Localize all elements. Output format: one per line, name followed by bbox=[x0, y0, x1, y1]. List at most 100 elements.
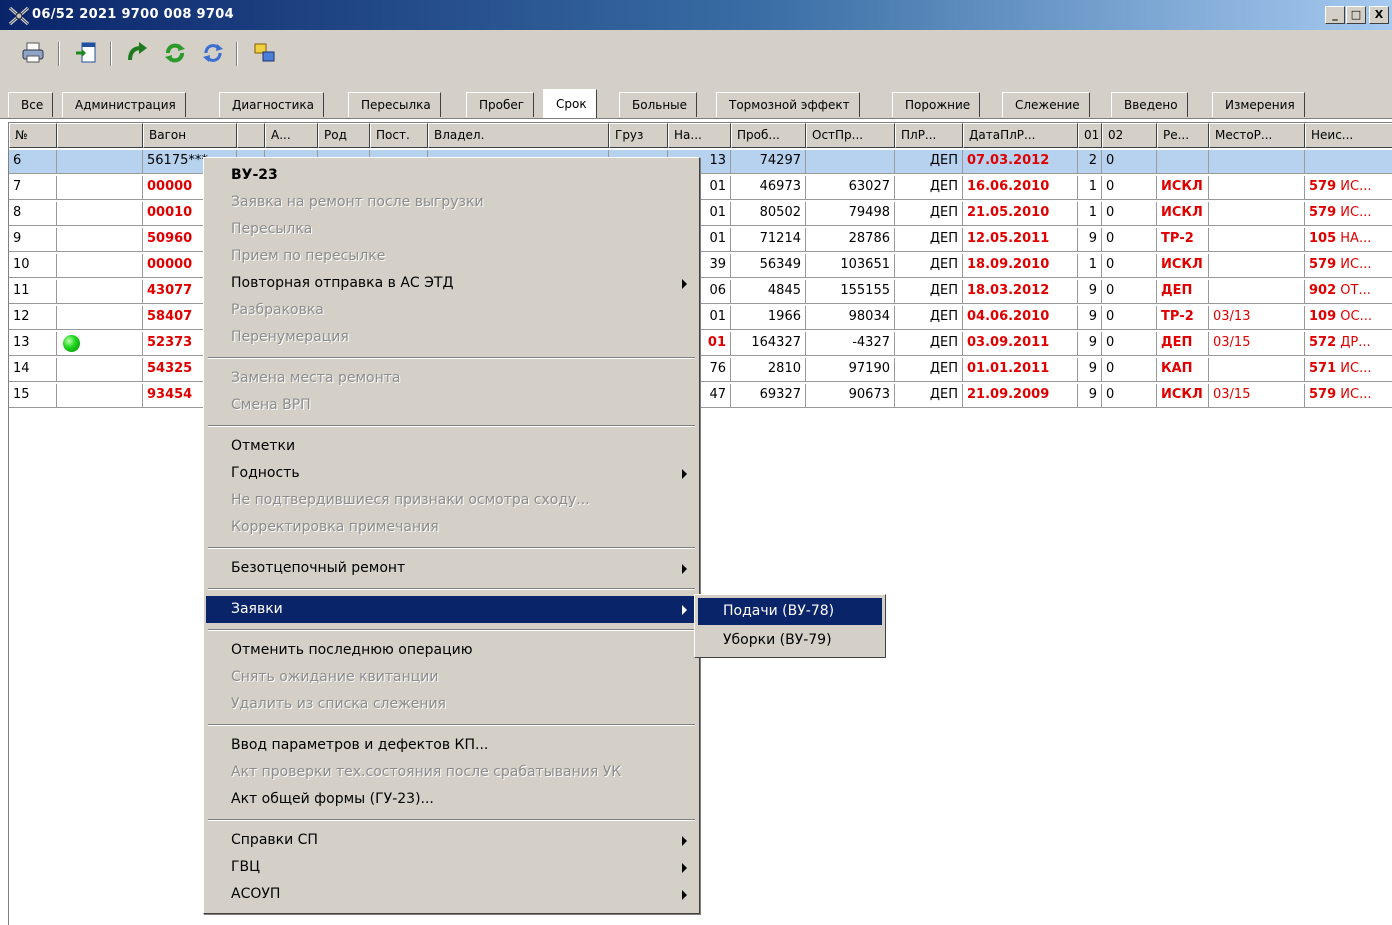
tab-11[interactable]: Измерения bbox=[1212, 92, 1305, 117]
column-header[interactable]: Владел. bbox=[428, 123, 609, 148]
column-header[interactable]: МестоР... bbox=[1209, 123, 1305, 148]
tab-4[interactable]: Пробег bbox=[466, 92, 535, 117]
cell-c02: 0 bbox=[1102, 384, 1157, 408]
cell-c02: 0 bbox=[1102, 176, 1157, 200]
cell-neis: 579 ИС... bbox=[1305, 176, 1392, 200]
menu-item[interactable]: Заявки bbox=[206, 596, 697, 623]
cell-mesto bbox=[1209, 254, 1305, 278]
menu-item-label: Смена ВРП bbox=[231, 397, 311, 413]
menu-item-label: ВУ-23 bbox=[231, 167, 278, 183]
cell-c02: 0 bbox=[1102, 254, 1157, 278]
cell-ost: 63027 bbox=[806, 176, 895, 200]
tab-5[interactable]: Срок bbox=[543, 89, 597, 118]
print-icon[interactable] bbox=[20, 40, 46, 66]
cell-date: 18.09.2010 bbox=[963, 254, 1078, 278]
import-icon[interactable] bbox=[74, 40, 100, 66]
refresh-green-icon[interactable] bbox=[162, 40, 188, 66]
column-header[interactable]: Род bbox=[318, 123, 370, 148]
tab-0[interactable]: Все bbox=[8, 92, 54, 117]
menu-item[interactable]: Акт общей формы (ГУ-23)... bbox=[206, 786, 697, 813]
column-header[interactable]: ДатаПлР... bbox=[963, 123, 1078, 148]
cell-mesto bbox=[1209, 202, 1305, 226]
cell-status bbox=[57, 150, 143, 174]
cell-mesto bbox=[1209, 228, 1305, 252]
column-header[interactable]: 01 bbox=[1078, 123, 1102, 148]
cell-neis: 579 ИС... bbox=[1305, 254, 1392, 278]
tab-7[interactable]: Тормозной эффект bbox=[716, 92, 860, 117]
menu-separator bbox=[208, 588, 695, 590]
cell-c02: 0 bbox=[1102, 202, 1157, 226]
menu-item[interactable]: ГВЦ bbox=[206, 854, 697, 881]
cell-plr: ДЕП bbox=[895, 228, 963, 252]
menu-item[interactable]: Отметки bbox=[206, 433, 697, 460]
column-header[interactable]: А... bbox=[265, 123, 318, 148]
cell-status bbox=[57, 332, 143, 356]
cell-c02: 0 bbox=[1102, 358, 1157, 382]
app-icon bbox=[8, 6, 30, 26]
submenu-item[interactable]: Подачи (ВУ-78) bbox=[698, 598, 882, 625]
cell-status bbox=[57, 384, 143, 408]
column-header[interactable] bbox=[237, 123, 265, 148]
tab-9[interactable]: Слежение bbox=[1002, 92, 1090, 117]
neis-text: ДР... bbox=[1336, 335, 1371, 350]
toolbar-separator bbox=[58, 42, 60, 66]
maximize-button[interactable]: □ bbox=[1346, 6, 1366, 24]
redo-icon[interactable] bbox=[125, 40, 151, 66]
cell-plr: ДЕП bbox=[895, 306, 963, 330]
cell-c01: 9 bbox=[1078, 332, 1102, 356]
column-header[interactable]: № bbox=[9, 123, 57, 148]
menu-item[interactable]: Справки СП bbox=[206, 827, 697, 854]
menu-item-label: Отметки bbox=[231, 438, 296, 454]
neis-code: 571 bbox=[1309, 361, 1337, 376]
tab-2[interactable]: Диагностика bbox=[219, 92, 325, 117]
tab-6[interactable]: Больные bbox=[619, 92, 698, 117]
menu-item: Прием по пересылке bbox=[206, 243, 697, 270]
column-header[interactable]: Пост. bbox=[370, 123, 428, 148]
cell-n: 12 bbox=[9, 306, 57, 330]
column-header[interactable]: На... bbox=[668, 123, 731, 148]
cell-plr: ДЕП bbox=[895, 254, 963, 278]
submenu-item[interactable]: Уборки (ВУ-79) bbox=[698, 627, 882, 654]
menu-item[interactable]: ВУ-23 bbox=[206, 162, 697, 189]
column-header[interactable]: ОстПр... bbox=[806, 123, 895, 148]
windows-icon[interactable] bbox=[252, 40, 278, 66]
column-header[interactable]: ПлР... bbox=[895, 123, 963, 148]
window-title: 06/52 2021 9700 008 9704 bbox=[32, 7, 234, 22]
column-header[interactable]: Проб... bbox=[731, 123, 806, 148]
cell-plr: ДЕП bbox=[895, 202, 963, 226]
tab-10[interactable]: Введено bbox=[1111, 92, 1188, 117]
cell-status bbox=[57, 176, 143, 200]
menu-item[interactable]: Отменить последнюю операцию bbox=[206, 637, 697, 664]
menu-item[interactable]: Годность bbox=[206, 460, 697, 487]
menu-item[interactable]: АСОУП bbox=[206, 881, 697, 908]
tab-8[interactable]: Порожние bbox=[892, 92, 981, 117]
cell-re: ТР-2 bbox=[1157, 228, 1209, 252]
column-header[interactable]: Груз bbox=[609, 123, 668, 148]
cell-n: 9 bbox=[9, 228, 57, 252]
close-button[interactable]: X bbox=[1369, 6, 1389, 24]
column-header[interactable]: 02 bbox=[1102, 123, 1157, 148]
menu-item: Перенумерация bbox=[206, 324, 697, 351]
menu-separator bbox=[208, 547, 695, 549]
submenu-zayavki: Подачи (ВУ-78) Уборки (ВУ-79) bbox=[694, 594, 886, 658]
neis-text: НА... bbox=[1336, 231, 1372, 246]
cell-plr: ДЕП bbox=[895, 358, 963, 382]
tab-1[interactable]: Администрация bbox=[62, 92, 186, 117]
cell-c02: 0 bbox=[1102, 306, 1157, 330]
column-header[interactable]: Вагон bbox=[143, 123, 237, 148]
column-header[interactable]: Ре... bbox=[1157, 123, 1209, 148]
submenu-arrow-icon bbox=[682, 605, 687, 615]
cell-re: ИСКЛ bbox=[1157, 202, 1209, 226]
menu-item-label: Удалить из списка слежения bbox=[231, 696, 446, 712]
column-header[interactable]: Неис... bbox=[1305, 123, 1392, 148]
tab-3[interactable]: Пересылка bbox=[348, 92, 441, 117]
cell-n: 7 bbox=[9, 176, 57, 200]
cell-date: 21.09.2009 bbox=[963, 384, 1078, 408]
menu-item[interactable]: Безотцепочный ремонт bbox=[206, 555, 697, 582]
cell-ost: 155155 bbox=[806, 280, 895, 304]
menu-item[interactable]: Ввод параметров и дефектов КП... bbox=[206, 732, 697, 759]
refresh-blue-icon[interactable] bbox=[200, 40, 226, 66]
minimize-button[interactable]: _ bbox=[1325, 6, 1345, 24]
column-header[interactable] bbox=[57, 123, 143, 148]
menu-item[interactable]: Повторная отправка в АС ЭТД bbox=[206, 270, 697, 297]
